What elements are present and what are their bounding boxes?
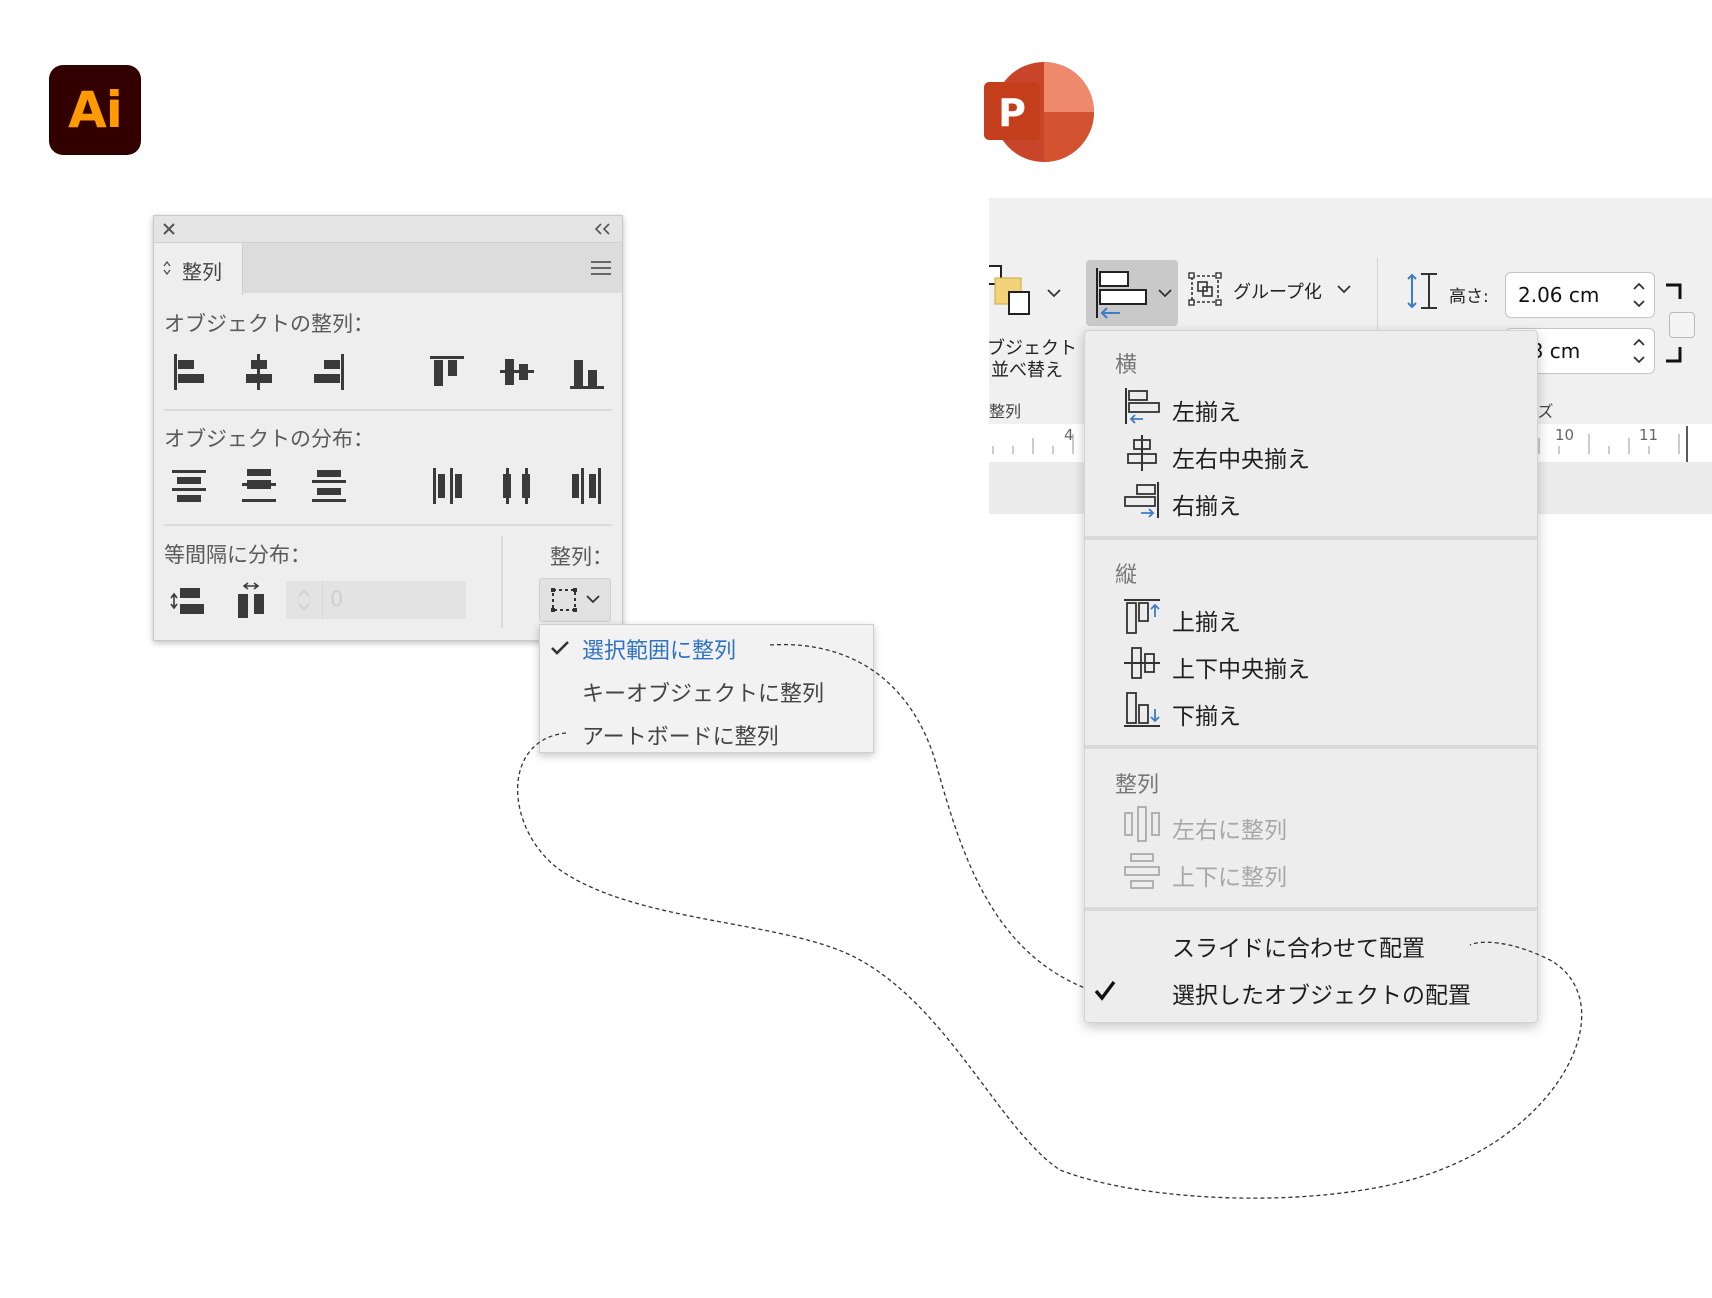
menu-item-align-to-key-object[interactable]: キーオブジェクトに整列	[582, 676, 824, 708]
vertical-distribute-center-icon[interactable]	[242, 466, 276, 506]
vertical-distribute-top-icon[interactable]	[172, 466, 206, 506]
horizontal-align-left-icon[interactable]	[172, 352, 206, 392]
powerpoint-logo: P	[984, 62, 1094, 162]
ruler-label: 10	[1555, 426, 1575, 444]
updown-chevron-icon	[298, 589, 310, 611]
menu-header-distribute: 整列	[1115, 773, 1160, 798]
chevron-down-icon	[586, 595, 600, 604]
menu-item-align-middle[interactable]: 上下中央揃え	[1172, 650, 1310, 684]
group-button-label[interactable]: グループ化	[1233, 278, 1322, 304]
ruler-label: 11	[1639, 426, 1659, 444]
horizontal-distribute-space-icon[interactable]	[234, 582, 268, 622]
horizontal-distribute-center-icon[interactable]	[500, 466, 534, 506]
menu-item-align-bottom[interactable]: 下揃え	[1172, 697, 1241, 731]
horizontal-align-center-icon[interactable]	[242, 352, 276, 392]
distribute-objects-label: オブジェクトの分布：	[164, 427, 374, 451]
menu-header-horizontal: 横	[1115, 353, 1138, 378]
align-objects-label: オブジェクトの整列：	[164, 312, 374, 336]
distribute-horizontally-icon	[1124, 806, 1160, 842]
shape-height-icon	[1407, 273, 1437, 309]
panel-title-bar	[154, 216, 622, 243]
menu-separator	[1085, 745, 1537, 749]
hamburger-menu-icon[interactable]	[590, 260, 612, 276]
stepper-arrows-icon[interactable]	[1632, 335, 1646, 367]
chevron-down-icon[interactable]	[1337, 284, 1351, 294]
corner-bracket-icon	[1666, 347, 1682, 363]
double-chevron-left-icon[interactable]	[594, 223, 612, 235]
menu-header-vertical: 縦	[1115, 563, 1138, 588]
align-left-icon	[1125, 388, 1160, 424]
ruler-label: 4	[1064, 426, 1074, 444]
illustrator-logo: Ai	[49, 65, 141, 155]
vertical-separator	[501, 536, 503, 628]
tab-align-label: 整列	[182, 260, 222, 284]
align-button[interactable]	[1086, 260, 1178, 326]
align-panel: 整列 オブジェクトの整列： オブジェクトの分布： 等間隔に分布： 整列： 0	[153, 215, 623, 641]
menu-item-align-to-selection[interactable]: 選択範囲に整列	[582, 633, 736, 665]
align-to-selection-button[interactable]	[539, 578, 611, 622]
updown-chevron-icon	[163, 260, 171, 276]
chevron-down-icon	[1158, 289, 1172, 298]
align-dropdown-menu: 横 左揃え 左右中央揃え 右揃え 縦 上揃え 上下中央揃え 下揃え 整列 左右に…	[1084, 330, 1538, 1023]
distribute-spacing-label: 等間隔に分布：	[164, 543, 311, 567]
spacing-stepper[interactable]: 0	[286, 581, 466, 619]
menu-item-align-to-slide[interactable]: スライドに合わせて配置	[1172, 929, 1425, 963]
menu-item-align-center[interactable]: 左右中央揃え	[1172, 440, 1310, 474]
menu-item-distribute-vertically[interactable]: 上下に整列	[1172, 858, 1287, 892]
vertical-distribute-space-icon[interactable]	[170, 582, 204, 622]
lock-aspect-checkbox[interactable]	[1669, 312, 1695, 338]
horizontal-align-right-icon[interactable]	[312, 352, 346, 392]
checkmark-icon	[551, 641, 569, 655]
vertical-align-center-icon[interactable]	[500, 352, 534, 392]
align-center-icon	[1127, 435, 1157, 471]
height-label: 高さ:	[1449, 287, 1489, 307]
align-to-label: 整列：	[550, 545, 613, 569]
align-top-icon	[1124, 599, 1160, 634]
distribute-vertically-icon	[1124, 853, 1160, 889]
align-right-icon	[1124, 482, 1159, 518]
checkmark-icon	[1094, 980, 1116, 1001]
align-to-menu: 選択範囲に整列 キーオブジェクトに整列 アートボードに整列	[539, 624, 874, 753]
vertical-align-top-icon[interactable]	[430, 352, 464, 392]
menu-item-align-right[interactable]: 右揃え	[1172, 487, 1241, 521]
corner-bracket-icon	[1666, 283, 1682, 299]
panel-tab-bar: 整列	[154, 243, 622, 295]
vertical-align-bottom-icon[interactable]	[570, 352, 604, 392]
chevron-down-icon[interactable]	[1047, 288, 1061, 298]
menu-item-distribute-horizontally[interactable]: 左右に整列	[1172, 811, 1287, 845]
menu-separator	[1085, 907, 1537, 911]
height-input[interactable]: 2.06 cm	[1505, 272, 1655, 318]
arrange-section-label: 整列	[989, 402, 1022, 421]
menu-item-align-left[interactable]: 左揃え	[1172, 393, 1241, 427]
horizontal-distribute-right-icon[interactable]	[570, 466, 604, 506]
close-icon[interactable]	[162, 222, 176, 236]
vertical-distribute-bottom-icon[interactable]	[312, 466, 346, 506]
horizontal-distribute-left-icon[interactable]	[430, 466, 464, 506]
tab-align[interactable]: 整列	[154, 243, 243, 295]
arrange-icon[interactable]	[989, 264, 1033, 320]
powerpoint-logo-letter: P	[998, 91, 1026, 135]
selection-bounds-icon	[551, 588, 577, 612]
menu-item-align-selected-objects[interactable]: 選択したオブジェクトの配置	[1172, 976, 1471, 1010]
separator	[164, 524, 612, 526]
illustrator-logo-text: Ai	[68, 81, 123, 139]
align-middle-icon	[1124, 647, 1160, 679]
menu-item-align-top[interactable]: 上揃え	[1172, 603, 1241, 637]
arrange-label-line2: 並べ替え	[991, 360, 1063, 381]
separator	[164, 409, 612, 411]
group-icon[interactable]	[1188, 272, 1222, 306]
spacing-value: 0	[330, 587, 344, 611]
menu-item-align-to-artboard[interactable]: アートボードに整列	[582, 719, 779, 751]
stepper-arrows-icon[interactable]	[1632, 279, 1646, 311]
stepper-arrows[interactable]	[286, 581, 323, 619]
align-bottom-icon	[1124, 692, 1160, 727]
height-value: 2.06 cm	[1518, 283, 1600, 307]
menu-separator	[1085, 536, 1537, 540]
align-left-icon	[1096, 268, 1147, 319]
